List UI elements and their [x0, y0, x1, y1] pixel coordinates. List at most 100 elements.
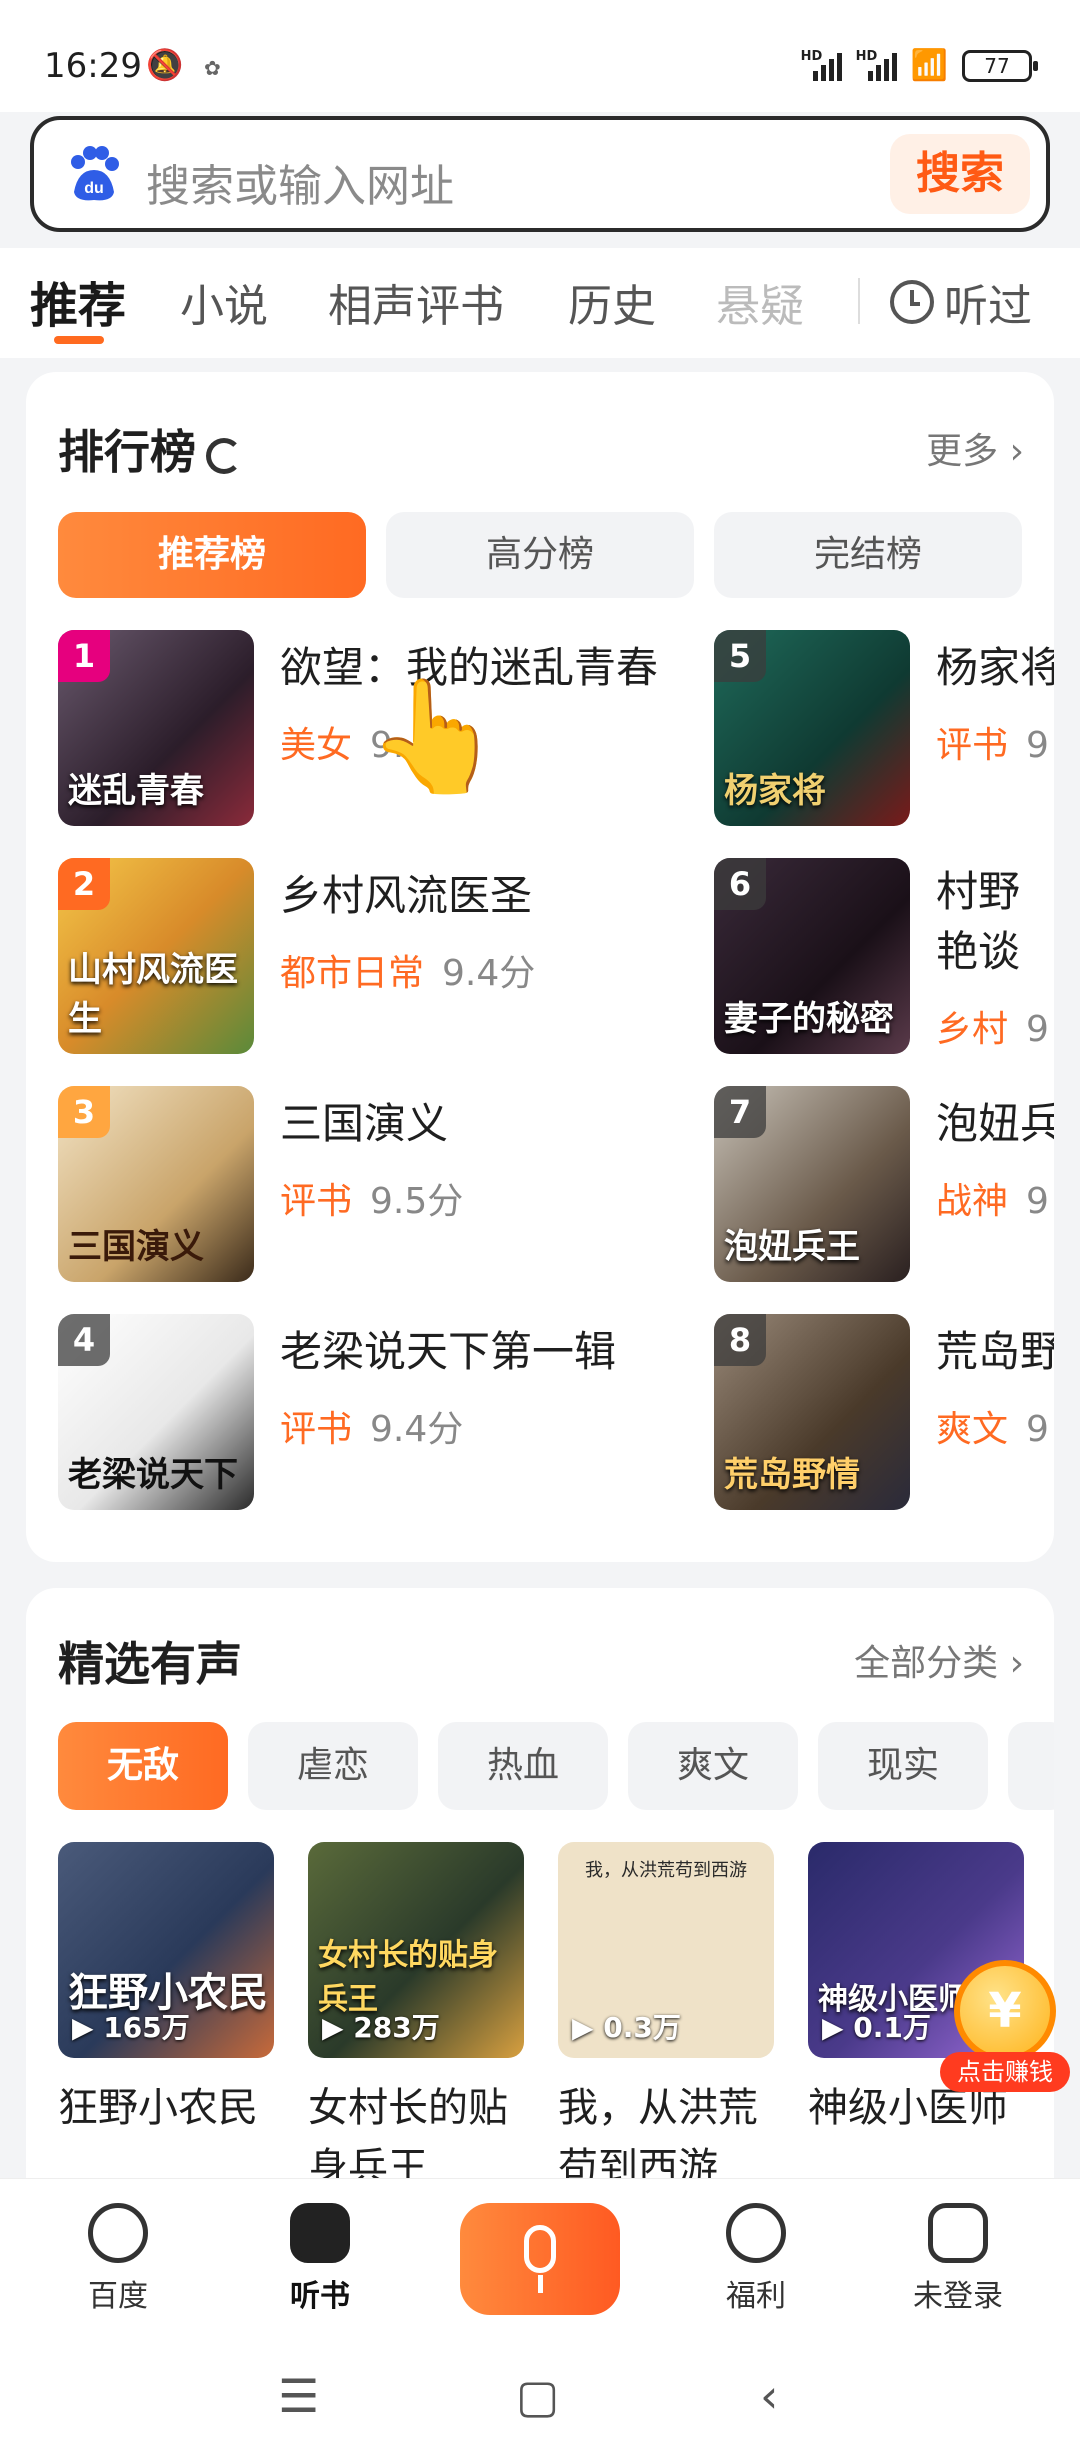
refresh-icon[interactable]	[206, 437, 242, 474]
status-right: HD HD 📶 77	[801, 48, 1038, 83]
system-navigation-bar: ☰ ▢ ‹	[0, 2369, 1080, 2449]
audiobook-icon	[290, 2203, 350, 2263]
bottom-navigation: 百度 听书 福利 未登录 ☰ ▢ ‹	[0, 2178, 1080, 2460]
all-categories-link[interactable]: 全部分类 ›	[854, 1634, 1024, 1686]
tab-recommend[interactable]: 推荐	[30, 266, 126, 336]
earn-money-button[interactable]: ¥ 点击赚钱	[940, 1960, 1070, 2120]
ranking-title: 排行榜	[58, 416, 242, 482]
search-input[interactable]: 搜索或输入网址	[146, 150, 454, 214]
book-meta: 都市日常 9.4分	[280, 953, 536, 994]
battery-icon: 77	[962, 49, 1038, 82]
book-meta: 爽文 9	[936, 1409, 1049, 1450]
rank-item[interactable]: 妻子的秘密 6 村野艳谈妻子的秘密 乡村9	[714, 858, 1054, 1054]
book-meta: 评书 9	[936, 725, 1049, 766]
ranking-tabs: 推荐榜 高分榜 完结榜	[58, 512, 1022, 598]
book-title: 三国演义	[280, 1099, 449, 1148]
status-time: 16:29	[44, 46, 142, 86]
search-button[interactable]: 搜索	[890, 134, 1030, 214]
category-tabs: 推荐 小说 相声评书 历史 悬疑 听过	[0, 248, 1080, 358]
menu-icon[interactable]: ☰	[278, 2369, 319, 2423]
genre-realistic[interactable]: 现实	[818, 1722, 988, 1810]
rank-item[interactable]: 泡妞兵王 7 泡妞兵王 战神9	[714, 1086, 1054, 1282]
listened-history-button[interactable]: 听过	[890, 270, 1032, 334]
audio-item[interactable]: 狂野小农民 ▶ 165万 狂野小农民	[58, 1842, 274, 2198]
rank-badge: 2	[58, 858, 110, 910]
play-count: ▶ 165万	[72, 2011, 190, 2044]
coin-icon: ¥	[954, 1960, 1056, 2062]
ranking-more-link[interactable]: 更多 ›	[926, 422, 1024, 474]
nav-login[interactable]: 未登录	[888, 2203, 1028, 2315]
tab-crosstalk[interactable]: 相声评书	[328, 270, 504, 334]
audio-item[interactable]: 我，从洪荒苟到西游 ▶ 0.3万 我，从洪荒苟到西游	[558, 1842, 774, 2198]
tab-recommended-list[interactable]: 推荐榜	[58, 512, 366, 598]
rank-badge: 1	[58, 630, 110, 682]
clock-icon	[890, 280, 934, 324]
audio-item[interactable]: 女村长的贴身兵王 ▶ 283万 女村长的贴身兵王	[308, 1842, 524, 2198]
book-title: 乡村风流医圣	[280, 871, 533, 920]
search-bar[interactable]: du 搜索或输入网址 搜索	[30, 116, 1050, 232]
genre-invincible[interactable]: 无敌	[58, 1722, 228, 1810]
tab-novel[interactable]: 小说	[180, 270, 268, 334]
baidu-paw-icon: du	[71, 146, 119, 201]
genre-more[interactable]	[1008, 1722, 1054, 1810]
book-meta: 乡村 9	[936, 1009, 1049, 1050]
book-meta: 评书 9.4分	[280, 1409, 464, 1450]
book-meta: 战神 9	[936, 1181, 1049, 1222]
play-count: ▶ 283万	[322, 2011, 440, 2044]
tab-divider	[858, 278, 860, 324]
book-title: 村野艳谈妻子的秘密	[936, 867, 1021, 976]
book-title: 杨家将	[936, 643, 1054, 692]
genre-passion[interactable]: 热血	[438, 1722, 608, 1810]
bell-muted-icon: 🔕	[146, 48, 184, 83]
listened-label: 听过	[944, 281, 1032, 332]
genre-cool[interactable]: 爽文	[628, 1722, 798, 1810]
user-face-icon	[928, 2203, 988, 2263]
rank-item[interactable]: 老梁说天下 4 老梁说天下第一辑 评书 9.4分	[58, 1314, 658, 1510]
signal-icon: HD	[856, 49, 897, 81]
signal-icon: HD	[801, 49, 842, 81]
baidu-home-icon	[88, 2203, 148, 2263]
tab-active-indicator	[54, 336, 104, 344]
cover-caption: 我，从洪荒苟到西游	[585, 1860, 747, 1881]
genre-tragic-love[interactable]: 虐恋	[248, 1722, 418, 1810]
nav-baidu[interactable]: 百度	[48, 2203, 188, 2315]
rank-item[interactable]: 迷乱青春 1 欲望：我的迷乱青春 美女 9.	[58, 630, 658, 826]
featured-audio-title: 精选有声	[58, 1637, 242, 1691]
audio-cover: 我，从洪荒苟到西游 ▶ 0.3万	[558, 1842, 774, 2058]
voice-search-button[interactable]	[460, 2203, 620, 2315]
ranking-card: 排行榜 更多 › 推荐榜 高分榜 完结榜 迷乱青春 1 欲望：我的迷乱青春 美女…	[26, 372, 1054, 1562]
welfare-icon	[726, 2203, 786, 2263]
rank-item[interactable]: 荒岛野情 8 荒岛野情 爽文9	[714, 1314, 1054, 1510]
wifi-icon: 📶	[910, 48, 948, 83]
nav-welfare[interactable]: 福利	[686, 2203, 826, 2315]
audio-cover: 女村长的贴身兵王 ▶ 283万	[308, 1842, 524, 2058]
book-title: 泡妞兵王	[936, 1099, 1054, 1148]
play-count: ▶ 0.3万	[572, 2011, 681, 2044]
status-bar: 16:29 🔕 ✿ HD HD 📶 77	[0, 0, 1080, 112]
rank-badge: 8	[714, 1314, 766, 1366]
rank-badge: 5	[714, 630, 766, 682]
back-icon[interactable]: ‹	[760, 2369, 778, 2423]
nav-audiobook[interactable]: 听书	[250, 2203, 390, 2315]
play-count: ▶ 0.1万	[822, 2011, 931, 2044]
tab-high-score-list[interactable]: 高分榜	[386, 512, 694, 598]
swipe-hint-hand-icon: 👆	[366, 672, 503, 800]
notification-icon: ✿	[204, 56, 221, 80]
rank-item[interactable]: 山村风流医生 2 乡村风流医圣 都市日常 9.4分	[58, 858, 658, 1054]
book-title: 荒岛野情	[936, 1327, 1054, 1376]
rank-badge: 7	[714, 1086, 766, 1138]
tab-suspense[interactable]: 悬疑	[716, 270, 804, 334]
rank-badge: 3	[58, 1086, 110, 1138]
earn-label: 点击赚钱	[940, 2052, 1070, 2092]
book-title: 老梁说天下第一辑	[280, 1327, 617, 1376]
rank-item[interactable]: 杨家将 5 杨家将 评书 9	[714, 630, 1054, 826]
tab-completed-list[interactable]: 完结榜	[714, 512, 1022, 598]
tab-history-genre[interactable]: 历史	[568, 270, 656, 334]
home-icon[interactable]: ▢	[516, 2369, 559, 2423]
book-meta: 评书 9.5分	[280, 1181, 464, 1222]
microphone-icon	[524, 2225, 556, 2273]
rank-item[interactable]: 三国演义 3 三国演义 评书 9.5分	[58, 1086, 658, 1282]
genre-tabs: 无敌 虐恋 热血 爽文 现实	[58, 1722, 1054, 1810]
rank-badge: 6	[714, 858, 766, 910]
rank-badge: 4	[58, 1314, 110, 1366]
